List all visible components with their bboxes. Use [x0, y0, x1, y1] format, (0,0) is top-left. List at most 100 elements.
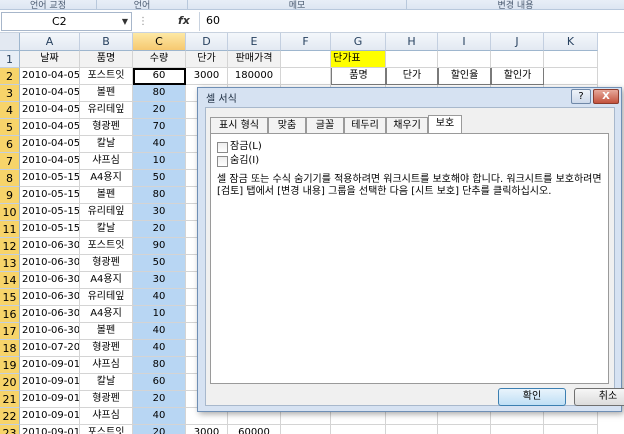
cell-c21[interactable]: 20	[133, 391, 186, 408]
row-header[interactable]: 22	[0, 408, 20, 425]
cell-c23[interactable]: 20	[133, 425, 186, 434]
cell-a22[interactable]: 2010-09-01	[20, 408, 80, 425]
cell-b14[interactable]: A4용지	[80, 272, 133, 289]
cell-d23[interactable]: 3000	[186, 425, 228, 434]
column-header-h[interactable]: H	[386, 33, 438, 51]
cell-b18[interactable]: 형광펜	[80, 340, 133, 357]
cell-b20[interactable]: 칼날	[80, 374, 133, 391]
cell-e1[interactable]: 판매가격	[228, 51, 281, 68]
row-header[interactable]: 2	[0, 68, 20, 85]
cell-a3[interactable]: 2010-04-05	[20, 85, 80, 102]
row-header[interactable]: 10	[0, 204, 20, 221]
cell-a6[interactable]: 2010-04-05	[20, 136, 80, 153]
cell-g1[interactable]: 단가표	[331, 51, 386, 68]
tab-number[interactable]: 표시 형식	[210, 117, 268, 133]
cell-b16[interactable]: A4용지	[80, 306, 133, 323]
cell-f2[interactable]	[281, 68, 331, 85]
row-header[interactable]: 11	[0, 221, 20, 238]
cell-c11[interactable]: 20	[133, 221, 186, 238]
cell-c22[interactable]: 40	[133, 408, 186, 425]
row-header[interactable]: 17	[0, 323, 20, 340]
row-header[interactable]: 5	[0, 119, 20, 136]
cell-e2[interactable]: 180000	[228, 68, 281, 85]
cell-c18[interactable]: 40	[133, 340, 186, 357]
row-header[interactable]: 23	[0, 425, 20, 434]
cell-a5[interactable]: 2010-04-05	[20, 119, 80, 136]
cell-a15[interactable]: 2010-06-30	[20, 289, 80, 306]
row-header[interactable]: 9	[0, 187, 20, 204]
cell-b23[interactable]: 포스트잇	[80, 425, 133, 434]
row-header[interactable]: 8	[0, 170, 20, 187]
chevron-down-icon[interactable]: ▼	[122, 13, 128, 30]
cell-c5[interactable]: 70	[133, 119, 186, 136]
row-header[interactable]: 3	[0, 85, 20, 102]
cell-c13[interactable]: 50	[133, 255, 186, 272]
cell-a13[interactable]: 2010-06-30	[20, 255, 80, 272]
cell-c10[interactable]: 30	[133, 204, 186, 221]
column-header-k[interactable]: K	[544, 33, 598, 51]
cell-a4[interactable]: 2010-04-05	[20, 102, 80, 119]
row-header[interactable]: 6	[0, 136, 20, 153]
cell-b17[interactable]: 볼펜	[80, 323, 133, 340]
cell-g23[interactable]	[331, 425, 386, 434]
cell-a8[interactable]: 2010-05-15	[20, 170, 80, 187]
row-header[interactable]: 12	[0, 238, 20, 255]
cell-b13[interactable]: 형광펜	[80, 255, 133, 272]
help-button[interactable]: ?	[571, 89, 591, 104]
cell-b10[interactable]: 유리테잎	[80, 204, 133, 221]
cell-e23[interactable]: 60000	[228, 425, 281, 434]
cell-c12[interactable]: 90	[133, 238, 186, 255]
column-header-e[interactable]: E	[228, 33, 281, 51]
column-header-a[interactable]: A	[20, 33, 80, 51]
cell-c16[interactable]: 10	[133, 306, 186, 323]
cell-i23[interactable]	[438, 425, 491, 434]
cell-k2[interactable]	[544, 68, 598, 85]
column-header-b[interactable]: B	[80, 33, 133, 51]
cell-a23[interactable]: 2010-09-01	[20, 425, 80, 434]
column-header-f[interactable]: F	[281, 33, 331, 51]
tab-font[interactable]: 글꼴	[306, 117, 344, 133]
name-box[interactable]: C2 ▼	[1, 12, 132, 31]
cell-c17[interactable]: 40	[133, 323, 186, 340]
cell-b4[interactable]: 유리테잎	[80, 102, 133, 119]
cell-c15[interactable]: 40	[133, 289, 186, 306]
cell-c9[interactable]: 80	[133, 187, 186, 204]
column-header-d[interactable]: D	[186, 33, 228, 51]
cell-a17[interactable]: 2010-06-30	[20, 323, 80, 340]
cell-c7[interactable]: 10	[133, 153, 186, 170]
cell-b8[interactable]: A4용지	[80, 170, 133, 187]
select-all-corner[interactable]	[0, 33, 20, 51]
cancel-button[interactable]: 취소	[574, 388, 624, 406]
cell-i2[interactable]: 할인율	[438, 68, 491, 85]
cell-a21[interactable]: 2010-09-01	[20, 391, 80, 408]
cell-a2[interactable]: 2010-04-05	[20, 68, 80, 85]
column-header-j[interactable]: J	[491, 33, 544, 51]
cell-a12[interactable]: 2010-06-30	[20, 238, 80, 255]
cell-a1[interactable]: 날짜	[20, 51, 80, 68]
tab-fill[interactable]: 채우기	[386, 117, 428, 133]
cell-b5[interactable]: 형광펜	[80, 119, 133, 136]
tab-alignment[interactable]: 맞춤	[268, 117, 306, 133]
row-header[interactable]: 7	[0, 153, 20, 170]
cell-b6[interactable]: 칼날	[80, 136, 133, 153]
insert-function-icon[interactable]: fx	[178, 14, 190, 27]
cell-f23[interactable]	[281, 425, 331, 434]
cell-j23[interactable]	[491, 425, 544, 434]
cell-a9[interactable]: 2010-05-15	[20, 187, 80, 204]
cell-h23[interactable]	[386, 425, 438, 434]
cell-d2[interactable]: 3000	[186, 68, 228, 85]
cell-c8[interactable]: 50	[133, 170, 186, 187]
cell-b11[interactable]: 칼날	[80, 221, 133, 238]
cell-b7[interactable]: 샤프심	[80, 153, 133, 170]
tab-border[interactable]: 테두리	[344, 117, 386, 133]
cell-h1[interactable]	[386, 51, 438, 68]
cell-b3[interactable]: 볼펜	[80, 85, 133, 102]
resize-handle-icon[interactable]: ⋮	[137, 14, 149, 29]
row-header[interactable]: 14	[0, 272, 20, 289]
row-header[interactable]: 21	[0, 391, 20, 408]
cell-c4[interactable]: 20	[133, 102, 186, 119]
cell-f1[interactable]	[281, 51, 331, 68]
cell-a19[interactable]: 2010-09-01	[20, 357, 80, 374]
cell-a16[interactable]: 2010-06-30	[20, 306, 80, 323]
column-header-c[interactable]: C	[133, 33, 186, 51]
